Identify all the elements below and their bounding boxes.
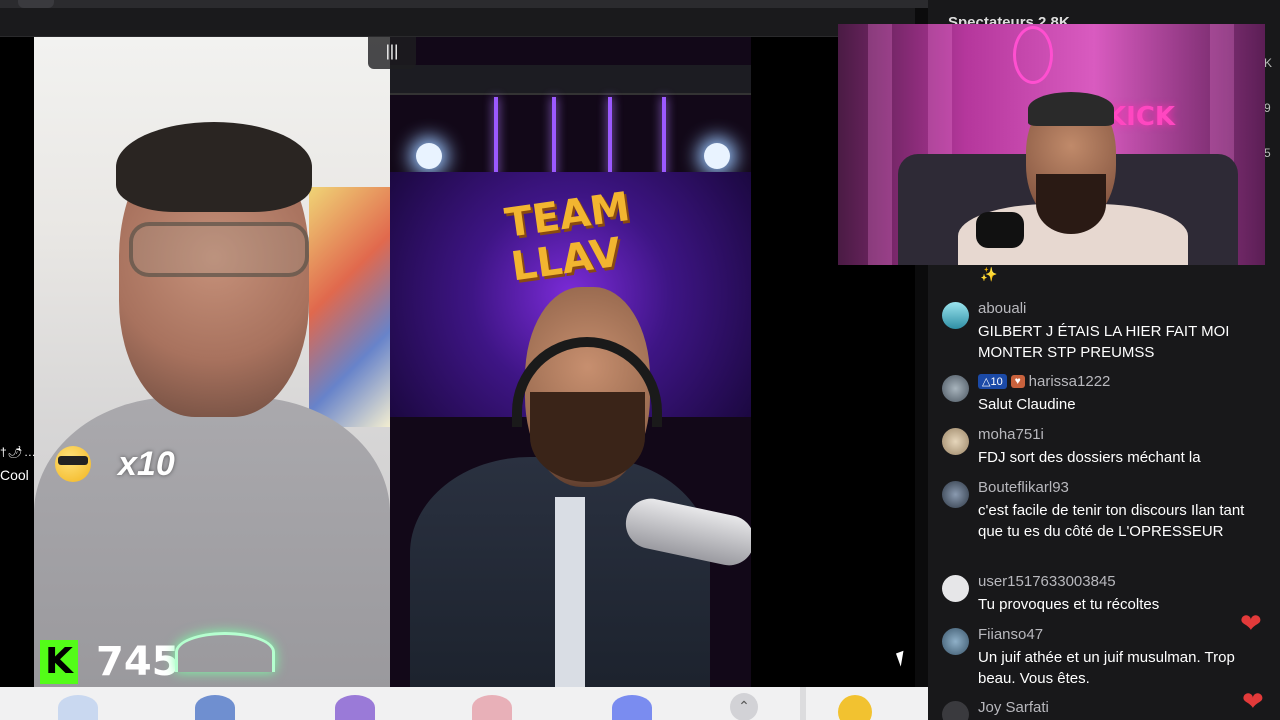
edge-label: 9 [1264,101,1271,115]
chat-username[interactable]: Bouteflikarl93 [978,479,1069,496]
light-truss [390,65,751,95]
edge-label: K [1264,56,1273,70]
chat-text: Salut Claudine [978,396,1076,413]
window-control[interactable] [18,0,54,8]
kick-logo-icon: K [40,640,78,684]
edge-label: 5 [1264,146,1271,160]
neon-bar [494,97,498,177]
kick-counter: K 745 [40,638,180,686]
chat-username[interactable]: user1517633003845 [978,573,1116,590]
stream-page: TEAM LLAV ||| †🌶… Cool x10 K 745 ⌃ Spect… [0,0,1280,720]
coin-icon[interactable] [838,695,872,720]
neon-logo-icon [1013,26,1053,84]
chat-username[interactable]: moha751i [978,426,1044,443]
sparkle-icon: ✨ [980,266,998,282]
neon-bar [662,97,666,177]
streamer-hair [1028,92,1114,126]
video-player[interactable]: TEAM LLAV ||| [0,37,915,687]
chat-username[interactable]: △10 ♥ harissa1222 [978,373,1110,390]
stage-light [416,143,442,169]
curtain [868,24,892,265]
avatar[interactable] [942,428,969,455]
guest-hair [116,122,312,212]
chat-username[interactable]: Joy Sarfati [978,699,1049,716]
streamer-webcam: KICK [838,24,1265,265]
neon-bar [552,97,556,177]
avatar[interactable] [942,375,969,402]
avatar[interactable] [942,302,969,329]
avatar[interactable] [942,628,969,655]
neon-sign: KICK [1106,102,1176,132]
gift-multiplier: x10 [118,445,175,483]
chat-text: FDJ sort des dossiers méchant la [978,449,1201,466]
audio-bars-icon[interactable]: ||| [368,37,416,69]
counter-value: 745 [96,639,180,685]
avatar[interactable] [942,701,969,720]
chat-username[interactable]: abouali [978,300,1026,317]
avatar[interactable] [942,575,969,602]
avatar[interactable] [942,481,969,508]
chat-username[interactable]: Fiianso47 [978,626,1043,643]
wall-poster [309,187,390,427]
subscriber-badge: △10 [978,374,1007,389]
gift-item-icon[interactable] [472,695,512,720]
guest-glasses [129,222,309,277]
streamer-beard [1036,174,1106,234]
chat-text: c'est facile de tenir ton discours Ilan … [978,502,1245,540]
heart-icon: ❤ [1242,686,1264,716]
chat-text: GILBERT J ÉTAIS LA HIER FAIT MOI MONTER … [978,323,1230,361]
chat-text: Tu provoques et tu récoltes [978,596,1160,613]
gift-label: Cool [0,467,29,483]
chevron-up-icon[interactable]: ⌃ [730,693,758,720]
gift-item-icon[interactable] [612,695,652,720]
gift-item-icon[interactable] [58,695,98,720]
stage-light [704,143,730,169]
sunglasses-emoji-icon [55,446,91,482]
gift-bar-divider [800,687,806,720]
microphone [976,212,1024,248]
chat-text: Un juif athée et un juif musulman. Trop … [978,649,1235,687]
glow-arc [175,632,275,672]
gift-icons: †🌶… [0,445,37,459]
gift-item-icon[interactable] [335,695,375,720]
browser-topbar [0,0,1280,37]
guest-camera [34,37,390,687]
gift-bar: ⌃ [0,687,930,720]
gift-item-icon[interactable] [195,695,235,720]
heart-badge-icon: ♥ [1010,375,1025,388]
heart-icon: ❤ [1240,608,1262,638]
jersey-stripe [555,497,585,687]
neon-bar [608,97,612,177]
host-camera: TEAM LLAV [390,37,751,687]
